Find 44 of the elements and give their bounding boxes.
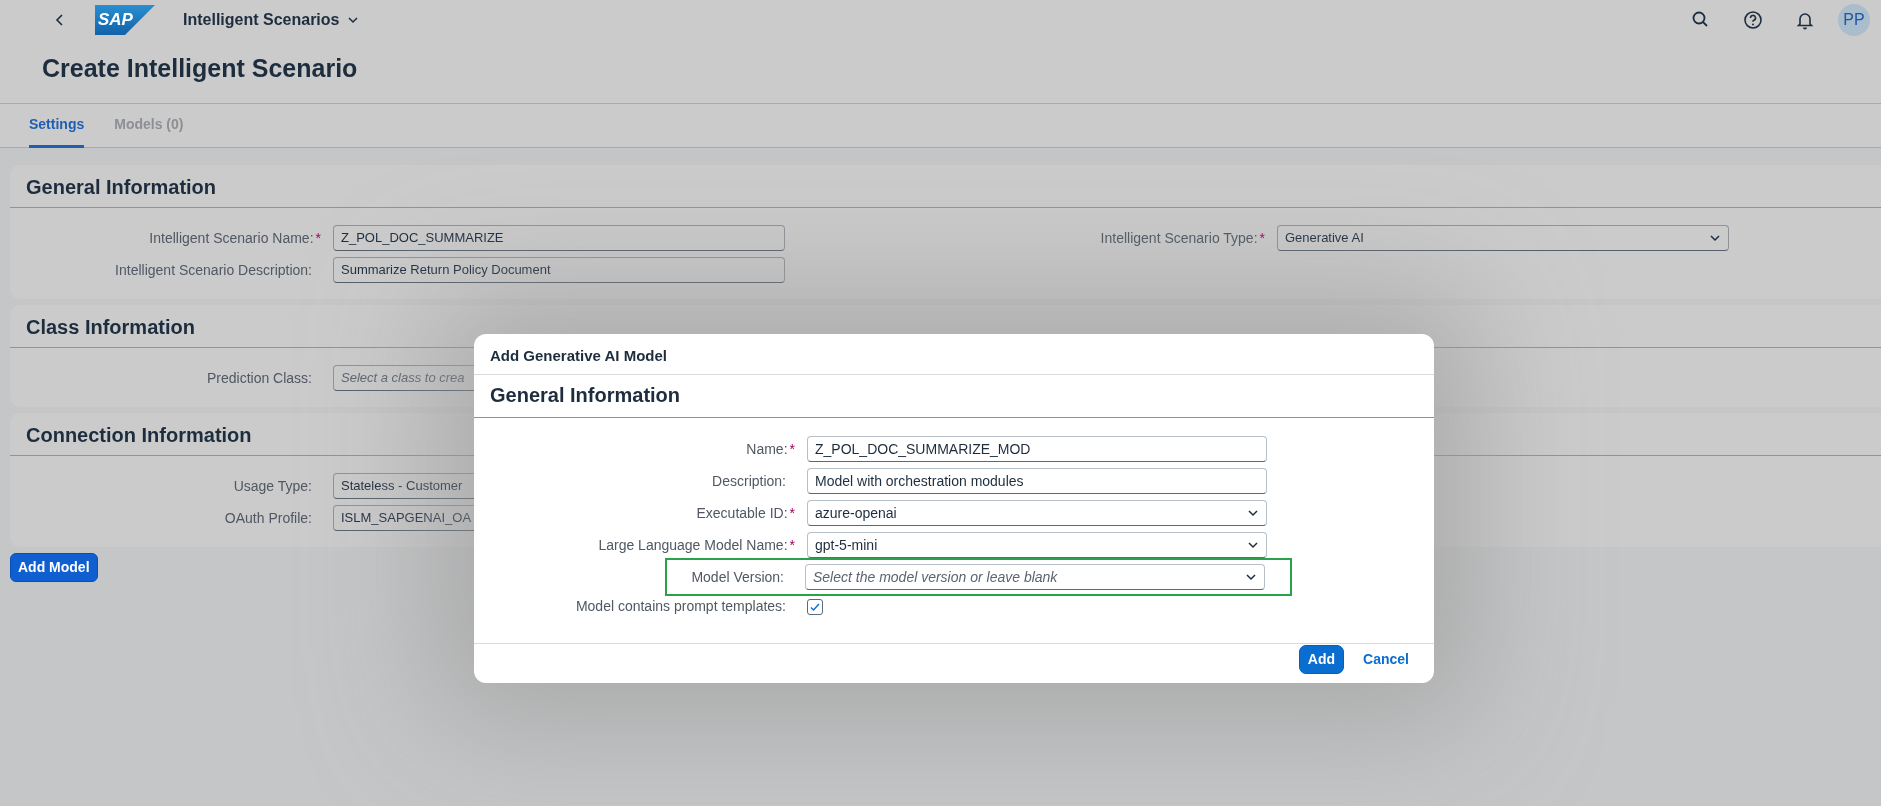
input-field[interactable]: Model with orchestration modules — [807, 468, 1267, 494]
back-icon[interactable] — [55, 13, 65, 27]
chevron-down-icon — [1245, 571, 1257, 583]
field-label: Model Version: — [690, 567, 785, 587]
field-label: Name: — [746, 439, 788, 459]
chevron-down-icon — [1247, 507, 1259, 519]
page-title: Create Intelligent Scenario — [42, 53, 359, 84]
chevron-down-icon — [1247, 539, 1259, 551]
field-label: Intelligent Scenario Description: — [114, 260, 313, 280]
input-field[interactable]: Z_POL_DOC_SUMMARIZE — [333, 225, 785, 251]
dialog-button[interactable]: Add — [1298, 645, 1345, 674]
dropdown-field[interactable]: gpt-5-mini — [807, 532, 1267, 558]
help-icon[interactable] — [1742, 9, 1764, 31]
dropdown-field[interactable]: Generative AI — [1277, 225, 1729, 251]
field-label: OAuth Profile: — [223, 508, 313, 528]
dialog-button[interactable]: Cancel — [1354, 645, 1418, 674]
dropdown-field[interactable]: Select the model version or leave blank — [805, 564, 1265, 590]
field-label: Model contains prompt templates: — [574, 597, 787, 616]
chevron-down-icon — [1709, 232, 1721, 244]
field-label: Intelligent Scenario Type: — [1100, 228, 1258, 248]
tab[interactable]: Settings — [29, 104, 85, 148]
required-mark: * — [789, 439, 795, 459]
field-label: Large Language Model Name: — [598, 535, 788, 555]
app-title-menu[interactable]: Intelligent Scenarios — [183, 8, 360, 32]
field-label: Description: — [711, 471, 787, 491]
required-mark: * — [789, 535, 795, 555]
required-mark: * — [1259, 228, 1265, 248]
field-label: Executable ID: — [696, 503, 788, 523]
dropdown-field[interactable]: azure-openai — [807, 500, 1267, 526]
input-field[interactable]: Z_POL_DOC_SUMMARIZE_MOD — [807, 436, 1267, 462]
section-title: General Information — [10, 165, 1881, 208]
required-mark: * — [789, 503, 795, 523]
field-label: Prediction Class: — [205, 368, 313, 388]
section-title: General Information — [474, 375, 1434, 418]
input-field[interactable]: Summarize Return Policy Document — [333, 257, 785, 283]
field-label: Usage Type: — [232, 476, 313, 496]
field-label: Intelligent Scenario Name: — [149, 228, 314, 248]
user-avatar[interactable]: PP — [1838, 4, 1870, 36]
logo[interactable]: SAP — [95, 5, 155, 35]
required-mark: * — [315, 228, 321, 248]
checkbox[interactable] — [807, 598, 823, 615]
add-model-button[interactable]: Add Model — [10, 553, 98, 582]
chevron-down-icon — [347, 14, 360, 26]
dialog-title: Add Generative AI Model — [474, 334, 1434, 375]
